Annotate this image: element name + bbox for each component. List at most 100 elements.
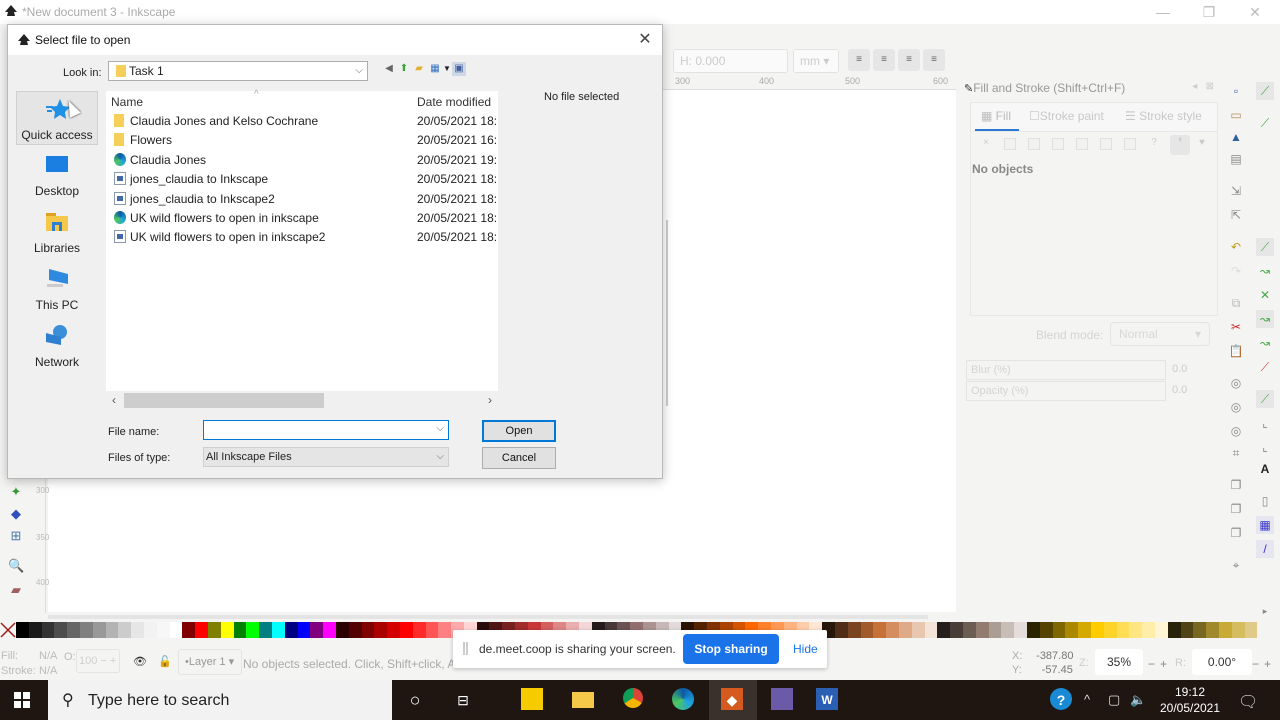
place-quick-access[interactable]: Quick access bbox=[16, 91, 98, 145]
zoom-tool-icon[interactable]: 🔍 bbox=[8, 558, 24, 574]
height-field[interactable]: H: 0.000 bbox=[673, 49, 788, 73]
color-swatch[interactable] bbox=[16, 622, 29, 638]
color-swatch[interactable] bbox=[1206, 622, 1219, 638]
zoom-field[interactable]: 35% bbox=[1095, 649, 1143, 675]
palette-scrollbar[interactable] bbox=[48, 615, 928, 619]
help-icon[interactable]: ? bbox=[1050, 688, 1072, 710]
color-swatch[interactable] bbox=[1052, 622, 1066, 638]
paste-icon[interactable]: 📋 bbox=[1227, 342, 1245, 360]
file-name-input[interactable]: ⌵ bbox=[203, 420, 449, 440]
place-desktop[interactable]: Desktop bbox=[16, 148, 98, 202]
color-swatch[interactable] bbox=[975, 622, 989, 638]
snap-rotation-center-icon[interactable]: ⌞ bbox=[1256, 438, 1274, 456]
color-swatch[interactable] bbox=[246, 622, 260, 638]
task-view-icon[interactable]: ⊟ bbox=[451, 688, 475, 712]
up-folder-icon[interactable]: ⬆ bbox=[397, 62, 411, 76]
file-explorer-icon[interactable] bbox=[571, 688, 595, 712]
color-swatch[interactable] bbox=[1193, 622, 1207, 638]
cut-icon[interactable]: ✂ bbox=[1227, 318, 1245, 336]
color-swatch[interactable] bbox=[438, 622, 452, 638]
meet-now-icon[interactable]: ▢ bbox=[1108, 692, 1120, 708]
scroll-thumb[interactable] bbox=[124, 393, 324, 408]
color-swatch[interactable] bbox=[143, 622, 157, 638]
measure-tool-icon[interactable]: ▰ bbox=[8, 582, 24, 598]
color-swatch[interactable] bbox=[92, 622, 106, 638]
opacity-slider[interactable]: Opacity (%) bbox=[966, 381, 1166, 401]
opacity-value[interactable]: 0.0 bbox=[1172, 384, 1187, 396]
color-swatch[interactable] bbox=[118, 622, 132, 638]
word-icon[interactable]: W bbox=[816, 688, 838, 710]
cancel-button[interactable]: Cancel bbox=[482, 447, 556, 469]
snap-path-icon[interactable]: ↝ bbox=[1256, 262, 1274, 280]
layer-visibility-icon[interactable]: 👁 bbox=[133, 655, 147, 668]
zoom-in-button[interactable]: + bbox=[1160, 657, 1167, 671]
color-swatch[interactable] bbox=[271, 622, 285, 638]
color-swatch[interactable] bbox=[898, 622, 912, 638]
open-button[interactable]: Open bbox=[482, 420, 556, 442]
color-swatch[interactable] bbox=[1078, 622, 1091, 638]
color-swatch[interactable] bbox=[387, 622, 400, 638]
snap-bbox-icon[interactable]: ⟋ bbox=[1256, 114, 1274, 132]
snap-enable-icon[interactable]: ⟋ bbox=[1256, 82, 1274, 100]
dialog-close-button[interactable]: ✕ bbox=[634, 29, 656, 51]
color-swatch[interactable] bbox=[425, 622, 439, 638]
zoom-page-icon[interactable]: ◎ bbox=[1227, 422, 1245, 440]
import-icon[interactable]: ⇲ bbox=[1227, 182, 1245, 200]
color-swatch[interactable] bbox=[1103, 622, 1117, 638]
edge-icon[interactable] bbox=[671, 688, 695, 712]
transform-pattern-button[interactable]: ≡ bbox=[923, 49, 945, 71]
zoom-fit-icon[interactable]: ⌗ bbox=[1227, 444, 1245, 462]
copy-icon[interactable]: ⧉ bbox=[1227, 294, 1245, 312]
file-list-item[interactable]: jones_claudia to Inkscape 20/05/2021 18: bbox=[106, 169, 498, 188]
taskbar-search-box[interactable]: ⚲ Type here to search bbox=[48, 680, 392, 720]
color-swatch[interactable] bbox=[1001, 622, 1015, 638]
no-paint-icon[interactable]: × bbox=[980, 138, 992, 150]
back-icon[interactable]: ◀ bbox=[382, 62, 396, 76]
rotate-ccw-button[interactable]: − bbox=[1252, 657, 1259, 671]
drag-handle-icon[interactable] bbox=[463, 642, 468, 655]
volume-icon[interactable]: 🔈 bbox=[1130, 692, 1146, 708]
transform-corners-button[interactable]: ≡ bbox=[873, 49, 895, 71]
color-swatch[interactable] bbox=[1167, 622, 1181, 638]
zoom-out-button[interactable]: − bbox=[1148, 657, 1155, 671]
color-swatch[interactable] bbox=[361, 622, 375, 638]
swatch-icon[interactable] bbox=[1124, 138, 1136, 150]
color-swatch[interactable] bbox=[182, 622, 196, 638]
transform-gradient-button[interactable]: ≡ bbox=[898, 49, 920, 71]
file-list-item[interactable]: Claudia Jones and Kelso Cochrane 20/05/20… bbox=[106, 111, 498, 130]
windows-start-icon[interactable] bbox=[14, 692, 30, 708]
color-swatch[interactable] bbox=[233, 622, 247, 638]
snap-nodes-icon[interactable]: ⟋ bbox=[1256, 238, 1274, 256]
inkscape-taskbar-icon[interactable]: ◆ bbox=[721, 688, 743, 710]
sticky-notes-icon[interactable] bbox=[521, 688, 543, 710]
new-folder-icon[interactable]: ▰ bbox=[412, 62, 426, 76]
color-swatch[interactable] bbox=[348, 622, 362, 638]
restore-icon[interactable]: ❐ bbox=[1186, 2, 1232, 22]
color-swatch[interactable] bbox=[911, 622, 925, 638]
eraser-tool-icon[interactable]: ◆ bbox=[8, 506, 24, 522]
scroll-left-icon[interactable]: ‹ bbox=[112, 393, 116, 407]
layer-select[interactable]: •Layer 1 ▾ bbox=[178, 649, 242, 675]
undo-icon[interactable]: ↶ bbox=[1227, 238, 1245, 256]
duplicate-icon[interactable]: ❐ bbox=[1227, 476, 1245, 494]
file-list-item[interactable]: Flowers 20/05/2021 16: bbox=[106, 130, 498, 149]
file-list-hscrollbar[interactable]: ‹ › bbox=[106, 391, 498, 411]
color-swatch[interactable] bbox=[950, 622, 963, 638]
file-list-item[interactable]: jones_claudia to Inkscape2 20/05/2021 18: bbox=[106, 189, 498, 208]
snap-center-icon[interactable]: ⌞ bbox=[1256, 414, 1274, 432]
no-color-swatch[interactable] bbox=[0, 622, 16, 638]
color-swatch[interactable] bbox=[1231, 622, 1245, 638]
tab-stroke-paint[interactable]: ☐Stroke paint bbox=[1029, 109, 1104, 123]
cortana-icon[interactable]: ○ bbox=[403, 688, 427, 712]
color-swatch[interactable] bbox=[284, 622, 298, 638]
color-swatch[interactable] bbox=[860, 622, 874, 638]
color-swatch[interactable] bbox=[79, 622, 93, 638]
color-swatch[interactable] bbox=[41, 622, 55, 638]
color-swatch[interactable] bbox=[131, 622, 144, 638]
color-swatch[interactable] bbox=[105, 622, 119, 638]
color-swatch[interactable] bbox=[847, 622, 861, 638]
color-swatch[interactable] bbox=[335, 622, 349, 638]
color-swatch[interactable] bbox=[399, 622, 413, 638]
panel-collapse-icon[interactable]: ◂ bbox=[1192, 81, 1197, 92]
rotate-cw-button[interactable]: + bbox=[1264, 657, 1271, 671]
